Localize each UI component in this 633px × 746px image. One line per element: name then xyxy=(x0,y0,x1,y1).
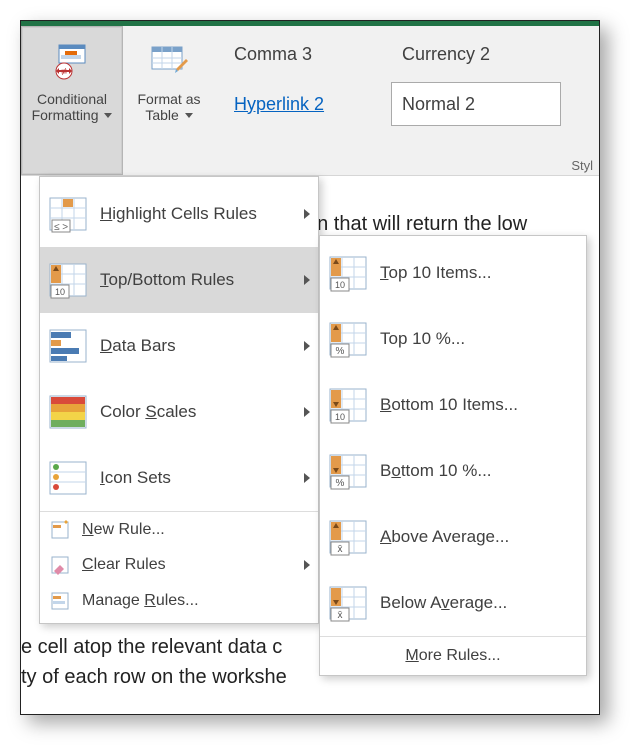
svg-text:%: % xyxy=(336,346,345,357)
submenu-caret-icon xyxy=(304,209,310,219)
submenu-caret-icon xyxy=(304,341,310,351)
dropdown-caret-icon xyxy=(185,113,193,118)
menu-item-label: Below Average... xyxy=(380,593,507,613)
style-comma3[interactable]: Comma 3 xyxy=(223,32,383,76)
clear-rules-icon xyxy=(48,553,72,577)
bottom-10-percent-icon: % xyxy=(328,451,368,491)
menu-item-label: Icon Sets xyxy=(100,468,171,488)
top-bottom-icon: 10 xyxy=(48,260,88,300)
svg-text:x̄: x̄ xyxy=(338,544,343,555)
menu-item-label: Above Average... xyxy=(380,527,509,547)
cell-styles-gallery[interactable]: Comma 3 Currency 2 Hyperlink 2 Normal 2 xyxy=(215,26,599,175)
svg-text:%: % xyxy=(336,478,345,489)
conditional-formatting-icon: ≠ xyxy=(49,39,95,85)
bg-text-3: ty of each row on the workshe xyxy=(21,666,287,689)
submenu-top-10-items[interactable]: 10 Top 10 Items... xyxy=(320,240,586,306)
bottom-10-items-icon: 10 xyxy=(328,385,368,425)
submenu-caret-icon xyxy=(304,275,310,285)
submenu-above-average[interactable]: x̄ Above Average... xyxy=(320,504,586,570)
menu-highlight-cells-rules[interactable]: ≤ > Highlight Cells Rules xyxy=(40,181,318,247)
below-average-icon: x̄ xyxy=(328,583,368,623)
submenu-caret-icon xyxy=(304,560,310,570)
submenu-caret-icon xyxy=(304,473,310,483)
above-average-icon: x̄ xyxy=(328,517,368,557)
menu-item-label: Highlight Cells Rules xyxy=(100,204,257,224)
conditional-formatting-label-2: Formatting xyxy=(32,107,113,123)
menu-item-label: Bottom 10 %... xyxy=(380,461,492,481)
format-as-table-label-1: Format as xyxy=(137,91,200,107)
menu-color-scales[interactable]: Color Scales xyxy=(40,379,318,445)
icon-sets-icon xyxy=(48,458,88,498)
menu-item-label: Color Scales xyxy=(100,402,196,422)
menu-clear-rules[interactable]: Clear Rules xyxy=(40,547,318,583)
svg-text:10: 10 xyxy=(55,287,65,297)
color-scales-icon xyxy=(48,392,88,432)
app-frame: ≠ Conditional Formatting Format as xyxy=(20,20,600,715)
highlight-cells-icon: ≤ > xyxy=(48,194,88,234)
svg-text:≠: ≠ xyxy=(61,66,67,78)
conditional-formatting-button[interactable]: ≠ Conditional Formatting xyxy=(21,26,123,175)
submenu-bottom-10-percent[interactable]: % Bottom 10 %... xyxy=(320,438,586,504)
top-bottom-rules-submenu: 10 Top 10 Items... % Top 10 %... 10 Bott… xyxy=(319,235,587,676)
menu-item-label: Manage Rules... xyxy=(82,592,199,610)
submenu-bottom-10-items[interactable]: 10 Bottom 10 Items... xyxy=(320,372,586,438)
menu-top-bottom-rules[interactable]: 10 Top/Bottom Rules xyxy=(40,247,318,313)
dropdown-caret-icon xyxy=(104,113,112,118)
menu-manage-rules[interactable]: Manage Rules... xyxy=(40,583,318,619)
style-normal2[interactable]: Normal 2 xyxy=(391,82,561,126)
manage-rules-icon xyxy=(48,589,72,613)
submenu-top-10-percent[interactable]: % Top 10 %... xyxy=(320,306,586,372)
menu-item-label: Top 10 Items... xyxy=(380,263,492,283)
menu-item-label: New Rule... xyxy=(82,521,165,539)
submenu-below-average[interactable]: x̄ Below Average... xyxy=(320,570,586,636)
bg-text-1: on that will return the low xyxy=(306,213,527,236)
style-currency2[interactable]: Currency 2 xyxy=(391,32,561,76)
menu-new-rule[interactable]: New Rule... xyxy=(40,511,318,547)
format-as-table-icon xyxy=(146,39,192,85)
svg-text:≤ >: ≤ > xyxy=(54,222,68,233)
menu-data-bars[interactable]: Data Bars xyxy=(40,313,318,379)
format-as-table-label-2: Table xyxy=(145,107,192,123)
menu-item-label: Data Bars xyxy=(100,336,176,356)
data-bars-icon xyxy=(48,326,88,366)
menu-item-label: Bottom 10 Items... xyxy=(380,395,518,415)
style-hyperlink2[interactable]: Hyperlink 2 xyxy=(223,82,383,126)
conditional-formatting-label-1: Conditional xyxy=(37,91,107,107)
format-as-table-button[interactable]: Format as Table xyxy=(123,26,215,175)
svg-text:10: 10 xyxy=(335,280,345,290)
svg-text:x̄: x̄ xyxy=(338,610,343,621)
ribbon-styles-group: ≠ Conditional Formatting Format as xyxy=(21,26,599,176)
submenu-more-rules[interactable]: More Rules... xyxy=(320,636,586,669)
menu-item-label: Top 10 %... xyxy=(380,329,465,349)
conditional-formatting-menu: ≤ > Highlight Cells Rules 10 Top/Bottom … xyxy=(39,176,319,624)
bg-text-2: e cell atop the relevant data c xyxy=(21,636,282,659)
svg-text:10: 10 xyxy=(335,412,345,422)
top-10-percent-icon: % xyxy=(328,319,368,359)
submenu-caret-icon xyxy=(304,407,310,417)
new-rule-icon xyxy=(48,518,72,542)
top-10-items-icon: 10 xyxy=(328,253,368,293)
menu-item-label: Clear Rules xyxy=(82,556,166,574)
styles-group-label: Styl xyxy=(571,158,593,173)
menu-icon-sets[interactable]: Icon Sets xyxy=(40,445,318,511)
menu-item-label: Top/Bottom Rules xyxy=(100,270,234,290)
